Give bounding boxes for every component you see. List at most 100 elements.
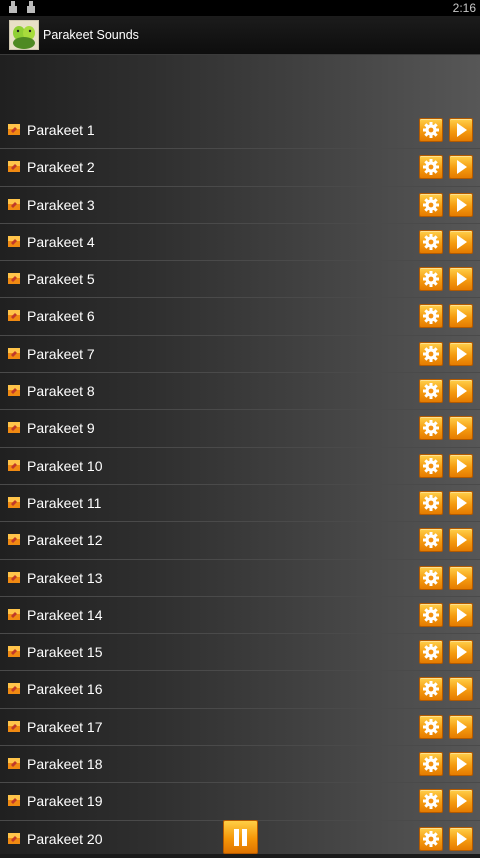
sound-bullet-icon [8, 459, 20, 471]
sound-label: Parakeet 10 [27, 457, 103, 474]
sound-label: Parakeet 20 [27, 830, 103, 847]
play-button[interactable] [449, 229, 473, 254]
play-button[interactable] [449, 118, 473, 142]
sound-list-item[interactable]: Parakeet 17 [0, 709, 480, 747]
sound-label: Parakeet 7 [27, 345, 95, 362]
sound-bullet-icon [8, 310, 20, 322]
play-button[interactable] [449, 565, 473, 590]
sound-list-item[interactable]: Parakeet 19 [0, 783, 480, 821]
play-button[interactable] [449, 752, 473, 777]
settings-button[interactable] [419, 267, 443, 292]
play-button[interactable] [449, 826, 473, 851]
gear-icon [423, 569, 439, 586]
play-button[interactable] [449, 789, 473, 814]
gear-icon [423, 345, 439, 362]
play-button[interactable] [449, 267, 473, 292]
settings-button[interactable] [419, 192, 443, 217]
gear-icon [423, 830, 439, 847]
play-button[interactable] [449, 155, 473, 180]
sound-bullet-icon [8, 347, 20, 359]
settings-button[interactable] [419, 453, 443, 478]
sound-list-item[interactable]: Parakeet 9 [0, 410, 480, 448]
play-button[interactable] [449, 192, 473, 217]
sound-label: Parakeet 9 [27, 420, 95, 437]
sound-list-item[interactable]: Parakeet 4 [0, 224, 480, 262]
gear-icon [423, 196, 439, 213]
gear-icon [423, 606, 439, 623]
settings-button[interactable] [419, 490, 443, 515]
pause-icon [234, 829, 247, 846]
play-button[interactable] [449, 304, 473, 329]
play-button[interactable] [449, 528, 473, 553]
settings-button[interactable] [419, 341, 443, 366]
play-icon [457, 533, 467, 548]
sound-list-item[interactable]: Parakeet 16 [0, 671, 480, 709]
sound-bullet-icon [8, 720, 20, 732]
play-icon [457, 831, 467, 846]
play-icon [457, 570, 467, 585]
settings-button[interactable] [419, 155, 443, 180]
settings-button[interactable] [419, 789, 443, 814]
settings-button[interactable] [419, 229, 443, 254]
sound-list-item[interactable]: Parakeet 3 [0, 187, 480, 224]
sound-list-container[interactable]: Parakeet 1 Parakeet 2 Parakeet 3 Parakeet 4… [0, 55, 480, 854]
play-icon [457, 458, 467, 473]
sound-list-item[interactable]: Parakeet 5 [0, 261, 480, 299]
sound-list-item[interactable]: Parakeet 8 [0, 373, 480, 411]
play-button[interactable] [449, 490, 473, 515]
settings-button[interactable] [419, 602, 443, 627]
play-button[interactable] [449, 714, 473, 739]
gear-icon [423, 420, 439, 437]
settings-button[interactable] [419, 528, 443, 553]
sound-bullet-icon [8, 832, 20, 844]
settings-button[interactable] [419, 640, 443, 665]
sound-label: Parakeet 12 [27, 532, 103, 549]
settings-button[interactable] [419, 826, 443, 851]
play-icon [457, 234, 467, 249]
play-button[interactable] [449, 379, 473, 404]
sound-list-item[interactable]: Parakeet 14 [0, 597, 480, 635]
sound-label: Parakeet 14 [27, 606, 103, 623]
gear-icon [423, 383, 439, 400]
sound-bullet-icon [8, 273, 20, 285]
sound-label: Parakeet 5 [27, 271, 95, 288]
sound-bullet-icon [8, 161, 20, 173]
sound-bullet-icon [8, 795, 20, 807]
sound-list-item[interactable]: Parakeet 10 [0, 448, 480, 485]
gear-icon [423, 271, 439, 288]
play-button[interactable] [449, 602, 473, 627]
play-icon [457, 421, 467, 436]
settings-button[interactable] [419, 416, 443, 441]
sound-bullet-icon [8, 124, 20, 135]
sound-list-item[interactable]: Parakeet 1 [0, 112, 480, 150]
settings-button[interactable] [419, 714, 443, 739]
settings-button[interactable] [419, 379, 443, 404]
sound-list-item[interactable]: Parakeet 18 [0, 746, 480, 784]
settings-button[interactable] [419, 565, 443, 590]
pause-button[interactable] [223, 820, 258, 854]
play-button[interactable] [449, 341, 473, 366]
play-button[interactable] [449, 416, 473, 441]
settings-button[interactable] [419, 118, 443, 142]
sound-list-item[interactable]: Parakeet 6 [0, 298, 480, 336]
play-button[interactable] [449, 640, 473, 665]
sound-list-item[interactable]: Parakeet 11 [0, 485, 480, 523]
play-icon [457, 197, 467, 212]
settings-button[interactable] [419, 677, 443, 702]
play-button[interactable] [449, 677, 473, 702]
play-button[interactable] [449, 453, 473, 478]
play-icon [457, 495, 467, 510]
play-icon [457, 346, 467, 361]
settings-button[interactable] [419, 304, 443, 329]
parakeet-app-icon[interactable] [9, 20, 39, 50]
sound-list-item[interactable]: Parakeet 7 [0, 336, 480, 374]
settings-button[interactable] [419, 752, 443, 777]
sound-bullet-icon [8, 646, 20, 658]
sound-list-item[interactable]: Parakeet 2 [0, 149, 480, 187]
action-bar: Parakeet Sounds [0, 16, 480, 55]
sound-list-item[interactable]: Parakeet 15 [0, 634, 480, 672]
status-bar: 2:16 [0, 0, 480, 16]
sound-list-item[interactable]: Parakeet 12 [0, 522, 480, 560]
sound-label: Parakeet 11 [27, 494, 102, 511]
sound-list-item[interactable]: Parakeet 13 [0, 560, 480, 597]
